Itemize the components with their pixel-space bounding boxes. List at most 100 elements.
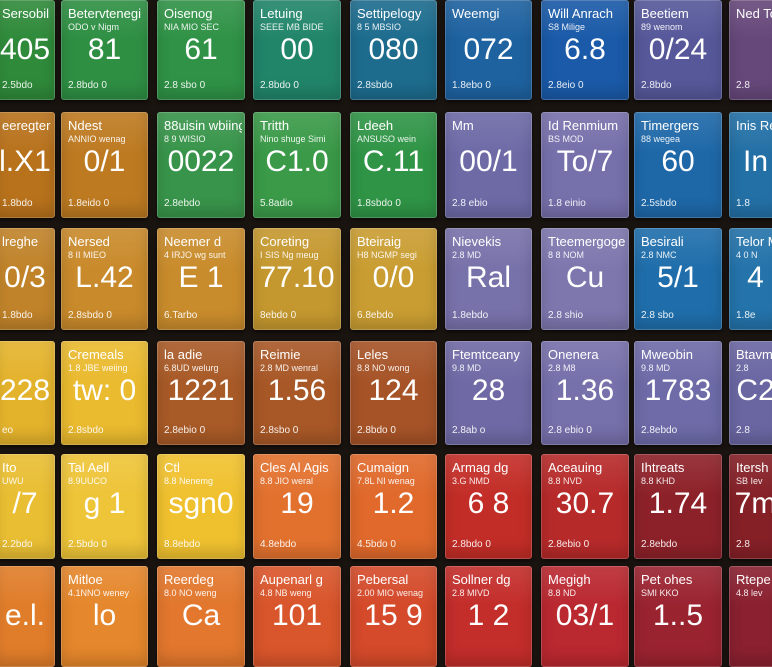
element-footer: 2.8 bbox=[736, 80, 750, 91]
element-tile: Neemer d4 IRJO wg sunt E 1 6.Tarbo bbox=[157, 228, 245, 330]
element-name: Will Anrach bbox=[548, 6, 614, 21]
element-name: Ned To bbox=[736, 6, 772, 21]
element-footer: 1.8ebo 0 bbox=[452, 80, 491, 91]
element-value: 60 bbox=[661, 145, 695, 178]
element-name: Cumaign bbox=[357, 460, 410, 475]
element-value: 1783 bbox=[644, 374, 712, 407]
element-value: 5/1 bbox=[657, 261, 699, 294]
element-tile: eeregter l.X1 1.8bdo bbox=[0, 112, 55, 218]
element-name: Cremeals bbox=[68, 347, 124, 362]
element-name: eeregter bbox=[2, 118, 51, 133]
element-value: 1221 bbox=[167, 374, 235, 407]
element-value: 6 8 bbox=[467, 487, 510, 520]
element-value: 1..5 bbox=[652, 599, 704, 632]
element-footer: 2.8ebio 0 bbox=[164, 425, 206, 436]
element-footer: 2.8 ebio 0 bbox=[548, 425, 592, 436]
element-value: 77.10 bbox=[259, 261, 335, 294]
element-tile: Letuing SEEE MB BIDE 00 2.8bdo 0 bbox=[253, 0, 341, 100]
element-tile: Aupenarl g 4.8 NB weng 101 bbox=[253, 566, 341, 667]
element-name: Aupenarl g bbox=[260, 572, 323, 587]
element-tile: Mm 00/1 2.8 ebio bbox=[445, 112, 532, 218]
element-value: 61 bbox=[184, 33, 218, 66]
element-value: 1.74 bbox=[648, 487, 708, 520]
element-footer: 8ebdo 0 bbox=[260, 310, 297, 321]
element-tile: Megigh 8.8 ND 03/1 bbox=[541, 566, 629, 667]
element-name: Ctl bbox=[164, 460, 180, 475]
element-name: Pebersal bbox=[357, 572, 409, 587]
element-name: Neemer d bbox=[164, 234, 222, 249]
element-tile: Ito UWU/7 2.2bdo bbox=[0, 454, 55, 559]
element-name: la adie bbox=[164, 347, 203, 362]
element-name: Mweobin bbox=[641, 347, 694, 362]
element-footer: 1.8sbdo 0 bbox=[357, 198, 401, 209]
element-name: 88uisin wbiing bbox=[164, 118, 242, 133]
element-footer: 2.8sbo 0 bbox=[260, 425, 299, 436]
element-name: Weemgi bbox=[452, 6, 500, 21]
element-tile: Tal Aell 8.9UUCO g 1 2.5bdo 0 bbox=[61, 454, 148, 559]
element-value: C2 bbox=[736, 374, 772, 407]
element-footer: 2.5sbdo bbox=[641, 198, 677, 209]
element-value: 28 bbox=[471, 374, 506, 407]
element-footer: 1.8ebdo bbox=[452, 310, 489, 321]
element-footer: 1.8bdo bbox=[2, 198, 33, 209]
element-name: Onenera bbox=[548, 347, 599, 362]
element-name: Ito bbox=[2, 460, 17, 475]
element-footer: 2.8ebio 0 bbox=[548, 539, 590, 550]
element-tile: Settipelogy 8 5 MBSIO 080 2.8sbdo bbox=[350, 0, 437, 100]
element-value: To/7 bbox=[556, 145, 614, 178]
element-footer: 2.8 shio bbox=[548, 310, 584, 321]
element-value: 1.2 bbox=[372, 487, 415, 520]
element-value: 03/1 bbox=[555, 599, 615, 632]
element-footer: 4.5bdo 0 bbox=[357, 539, 396, 550]
element-footer: 2.8 bbox=[736, 425, 750, 436]
element-footer: 2.8sbdo bbox=[357, 80, 393, 91]
element-name: Beetiem bbox=[641, 6, 689, 21]
element-tile: Bteiraig H8 NGMP segi 0/0 6.8ebdo bbox=[350, 228, 437, 330]
element-tile: Tritth Nino shuge Simi C1.0 5.8adio bbox=[253, 112, 341, 218]
element-tile: Besirali 2.8 NMC 5/1 2.8 sbo bbox=[634, 228, 722, 330]
element-footer: 2.2bdo bbox=[2, 539, 33, 550]
element-name: Mitloe bbox=[68, 572, 103, 587]
element-name: Aceauing bbox=[548, 460, 603, 475]
element-value: 0/0 bbox=[372, 261, 415, 294]
element-value: 19 bbox=[280, 487, 314, 520]
element-name: Betervtenegi bbox=[68, 6, 141, 21]
element-value: 0/24 bbox=[648, 33, 708, 66]
element-tile: Leles 8.8 NO wong 124 2.8bdo 0 bbox=[350, 341, 437, 445]
element-value: 00 bbox=[280, 33, 314, 66]
element-tile: 88uisin wbiing 8 9 WISIO 0022 2.8ebdo bbox=[157, 112, 245, 218]
element-tile: Beetiem 89 wenom 0/24 2.8bdo bbox=[634, 0, 722, 100]
element-name: Reimie bbox=[260, 347, 301, 362]
element-tile: Sollner dg 2.8 MIVD 1 2 bbox=[445, 566, 532, 667]
element-value: 81 bbox=[87, 33, 122, 66]
element-value: 4 bbox=[747, 261, 764, 294]
element-footer: 1.8 bbox=[736, 198, 750, 209]
element-name: Ldeeh bbox=[357, 118, 394, 133]
element-tile: Sersobil 405 2.5bdo bbox=[0, 0, 55, 100]
element-value: 072 bbox=[463, 33, 514, 66]
element-name: Nersed bbox=[68, 234, 110, 249]
element-footer: 2.8bdo 0 bbox=[452, 539, 491, 550]
element-name: Sersobil bbox=[2, 6, 49, 21]
element-footer: 2.8ab o bbox=[452, 425, 486, 436]
element-value: 405 bbox=[0, 33, 51, 66]
element-footer: eo bbox=[2, 425, 14, 436]
element-subtitle: 4.8 lev bbox=[736, 588, 763, 598]
element-tile: Rtepe 4.8 lev bbox=[729, 566, 772, 667]
element-footer: 2.8ebdo bbox=[164, 198, 201, 209]
element-value: C.11 bbox=[362, 145, 425, 178]
element-tile: Btavm 2.8 C2 2.8 bbox=[729, 341, 772, 445]
element-footer: 2.8 bbox=[736, 539, 750, 550]
periodic-table-grid: Sersobil 405 2.5bdo Betervtenegi ODO v Nigm 8… bbox=[0, 0, 772, 667]
element-name: Coreting bbox=[260, 234, 310, 249]
element-value: 0022 bbox=[167, 145, 235, 178]
element-tile: Oisenog NIA MIO SEC 61 2.8 sbo 0 bbox=[157, 0, 245, 100]
element-tile: Onenera 2.8 M8 1.36 2.8 ebio 0 bbox=[541, 341, 629, 445]
element-name: Leles bbox=[357, 347, 389, 362]
element-footer: 6.8ebdo bbox=[357, 310, 394, 321]
element-footer: 1.8bdo bbox=[2, 310, 33, 321]
element-footer: 2.8eio 0 bbox=[548, 80, 584, 91]
element-tile: la adie 6.8UD welurg 1221 2.8ebio 0 bbox=[157, 341, 245, 445]
element-footer: 5.8adio bbox=[260, 198, 293, 209]
element-name: Settipelogy bbox=[357, 6, 422, 21]
